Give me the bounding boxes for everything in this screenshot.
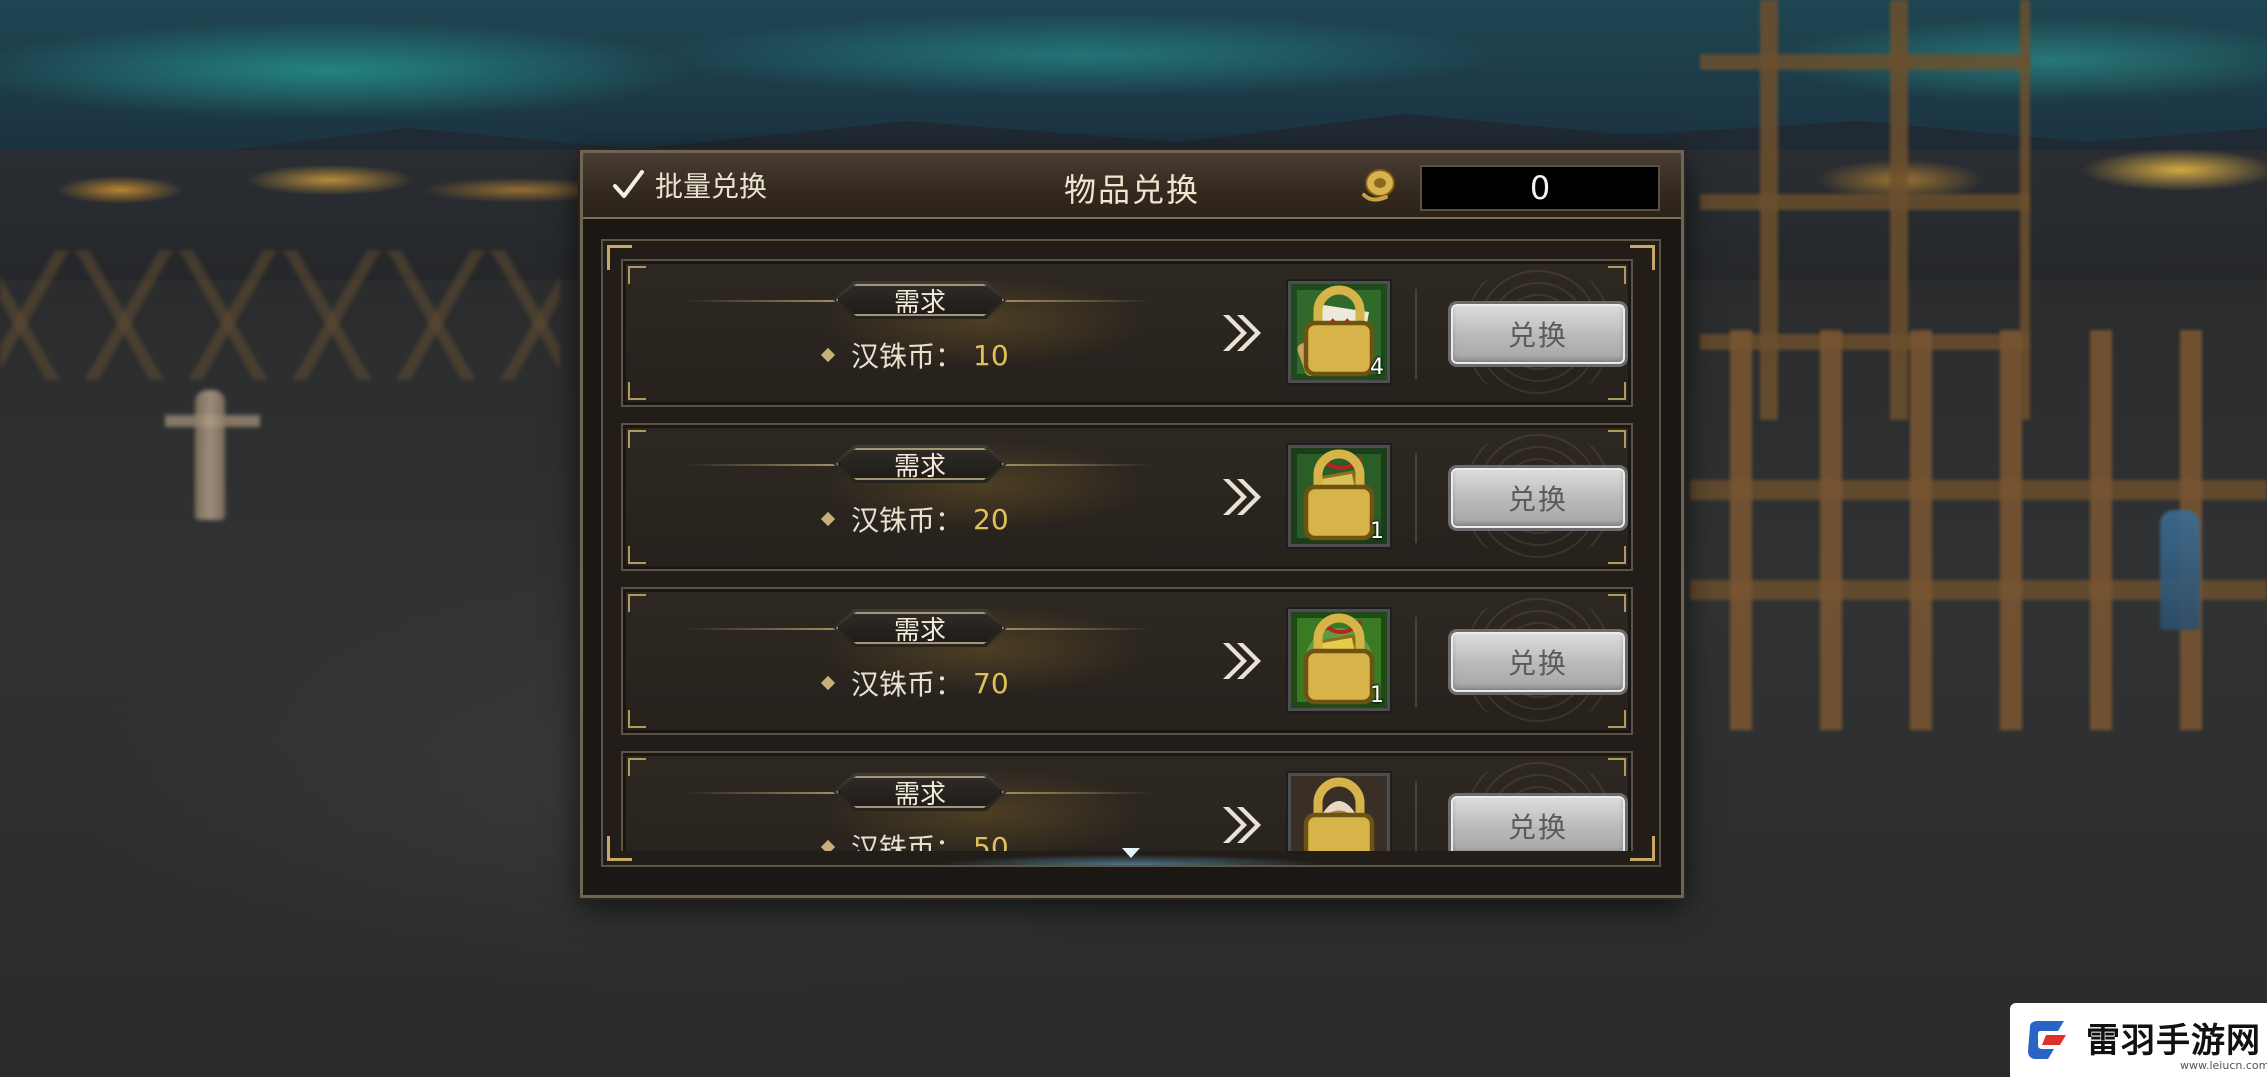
cost-line: 汉铢币： 10 xyxy=(820,333,1009,377)
batch-exchange-label: 批量兑换 xyxy=(655,170,768,203)
divider xyxy=(1415,289,1417,379)
double-arrow-icon xyxy=(1223,479,1261,515)
row-corner xyxy=(628,710,646,728)
row-corner xyxy=(628,266,646,284)
row-corner xyxy=(1608,594,1626,612)
exchange-button[interactable]: 兑换 xyxy=(1451,468,1625,528)
ornament-line xyxy=(685,792,835,794)
exchange-rows: 需求 汉铢币： 10 4 兑换 需求 汉铢币： 20 1 兑换 需求 汉铢币： … xyxy=(603,241,1659,851)
requirement-label: 需求 xyxy=(893,779,946,810)
exchange-row: 需求 汉铢币： 50 兑换 xyxy=(621,751,1633,851)
diamond-bullet-icon xyxy=(820,347,836,363)
item-count: 4 xyxy=(1370,355,1384,380)
chevron-down-icon xyxy=(1122,848,1140,858)
cost-label: 汉铢币： xyxy=(851,668,964,701)
reward-item-slot[interactable]: 1 xyxy=(1288,609,1390,711)
wooden-fence xyxy=(0,250,560,380)
exchange-row: 需求 汉铢币： 10 4 兑换 xyxy=(621,259,1633,407)
cost-value: 70 xyxy=(973,666,1009,700)
row-corner xyxy=(1608,430,1626,448)
batch-exchange-toggle[interactable]: 批量兑换 xyxy=(611,163,767,207)
site-watermark: 雷羽手游网 www.leiucn.com xyxy=(2010,1003,2267,1077)
ornament-line xyxy=(1003,464,1153,466)
exchange-button[interactable]: 兑换 xyxy=(1451,304,1625,364)
row-corner xyxy=(628,594,646,612)
requirement-label: 需求 xyxy=(893,451,946,482)
ornament-line xyxy=(685,300,835,302)
soldier-character xyxy=(2160,510,2200,630)
requirement-badge: 需求 xyxy=(833,281,1007,319)
watermark-text: 雷羽手游网 xyxy=(2086,1021,2261,1061)
ornament-line xyxy=(685,628,835,630)
lock-icon xyxy=(1303,777,1375,851)
item-count: 1 xyxy=(1370,683,1384,708)
requirement-badge: 需求 xyxy=(833,773,1007,811)
divider xyxy=(1415,453,1417,543)
requirement-label: 需求 xyxy=(893,615,946,646)
cost-label: 汉铢币： xyxy=(851,504,964,537)
cost-label: 汉铢币： xyxy=(851,340,964,373)
requirement-label: 需求 xyxy=(893,287,946,318)
cost-line: 汉铢币： 20 xyxy=(820,497,1009,541)
requirement-badge: 需求 xyxy=(833,445,1007,483)
reward-item-slot[interactable]: 4 xyxy=(1288,281,1390,383)
watermark-url: www.leiucn.com xyxy=(2180,1059,2267,1072)
item-count: 1 xyxy=(1370,519,1384,544)
item-exchange-dialog: 批量兑换 物品兑换 0 需求 汉铢币： 10 4 兑换 需求 汉铢币： 20 1… xyxy=(580,150,1684,898)
exchange-list[interactable]: 需求 汉铢币： 10 4 兑换 需求 汉铢币： 20 1 兑换 需求 汉铢币： … xyxy=(601,239,1661,867)
dialog-titlebar: 批量兑换 物品兑换 0 xyxy=(583,153,1681,219)
row-corner xyxy=(1608,382,1626,400)
training-dummy xyxy=(195,390,225,520)
coin-icon xyxy=(1362,169,1395,202)
diamond-bullet-icon xyxy=(820,511,836,527)
reward-item-slot[interactable]: 1 xyxy=(1288,445,1390,547)
exchange-button[interactable]: 兑换 xyxy=(1451,632,1625,692)
requirement-badge: 需求 xyxy=(833,609,1007,647)
currency-amount: 0 xyxy=(1420,165,1660,211)
row-corner xyxy=(1608,546,1626,564)
checkmark-icon xyxy=(613,170,644,198)
cost-value: 10 xyxy=(973,338,1009,372)
exchange-row: 需求 汉铢币： 70 1 兑换 xyxy=(621,587,1633,735)
row-corner xyxy=(628,430,646,448)
row-corner xyxy=(628,382,646,400)
cost-line: 汉铢币： 70 xyxy=(820,661,1009,705)
double-arrow-icon xyxy=(1223,807,1261,843)
row-corner xyxy=(628,546,646,564)
site-logo-icon xyxy=(2028,1021,2066,1059)
reward-item-slot[interactable] xyxy=(1288,773,1390,851)
ornament-line xyxy=(1003,792,1153,794)
ornament-line xyxy=(685,464,835,466)
double-arrow-icon xyxy=(1223,643,1261,679)
row-corner xyxy=(1608,266,1626,284)
scroll-indicator[interactable] xyxy=(603,843,1659,865)
divider xyxy=(1415,781,1417,851)
double-arrow-icon xyxy=(1223,315,1261,351)
divider xyxy=(1415,617,1417,707)
cost-value: 20 xyxy=(973,502,1009,536)
row-corner xyxy=(628,758,646,776)
ornament-line xyxy=(1003,628,1153,630)
ornament-line xyxy=(1003,300,1153,302)
exchange-row: 需求 汉铢币： 20 1 兑换 xyxy=(621,423,1633,571)
row-corner xyxy=(1608,758,1626,776)
row-corner xyxy=(1608,710,1626,728)
diamond-bullet-icon xyxy=(820,675,836,691)
